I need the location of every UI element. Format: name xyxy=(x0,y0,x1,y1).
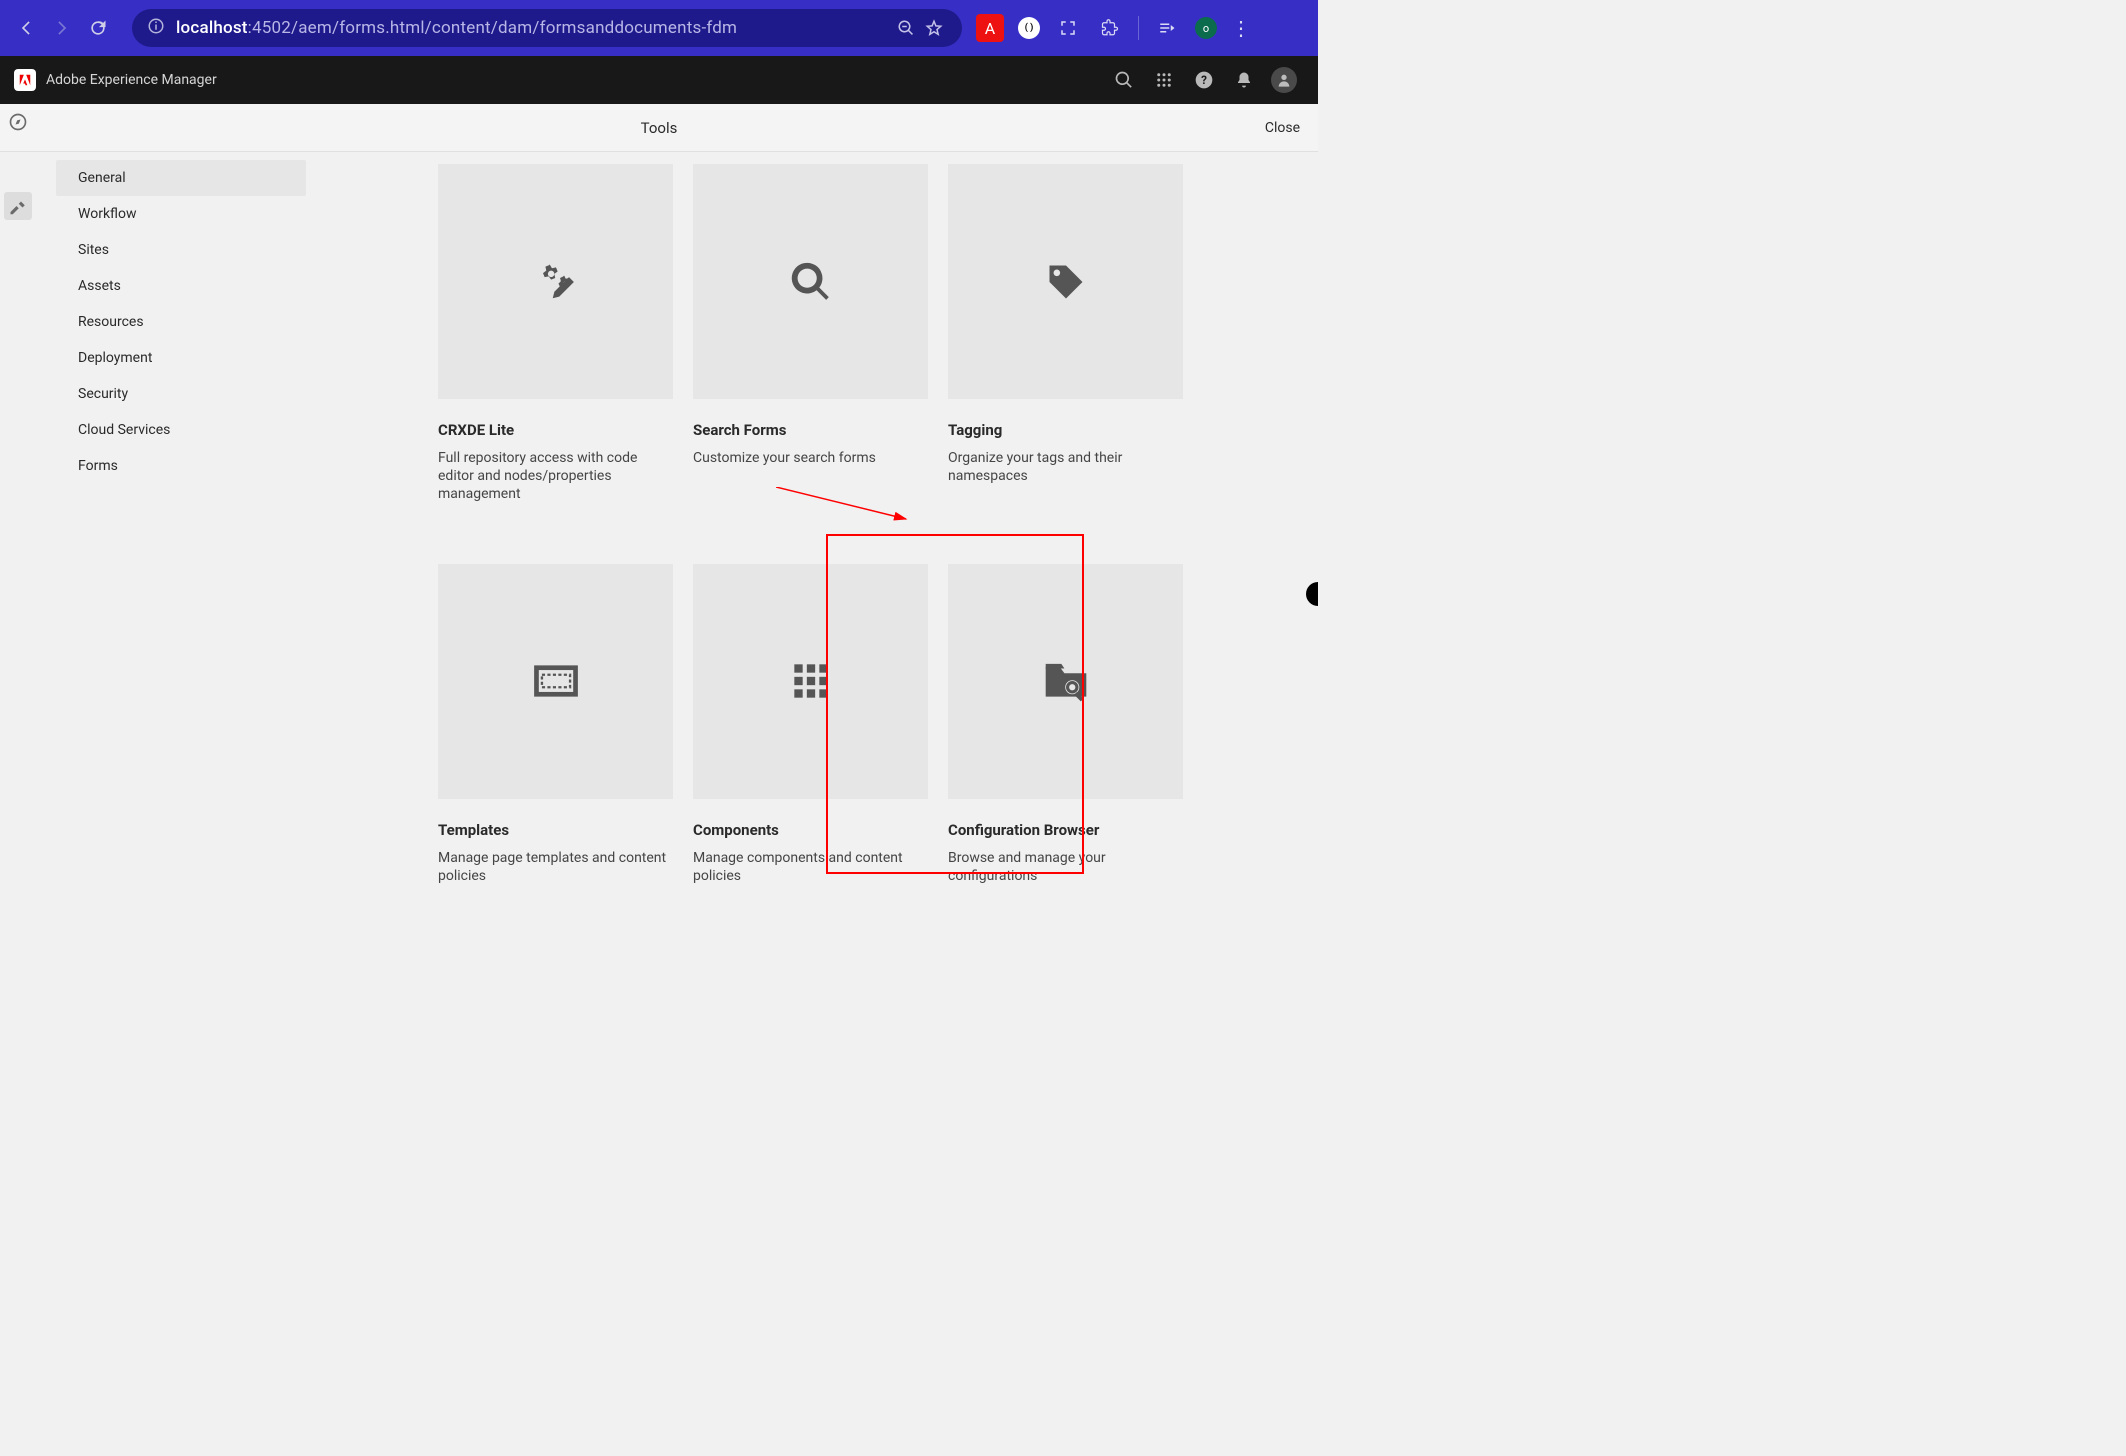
url-text: localhost:4502/aem/forms.html/content/da… xyxy=(176,18,737,38)
tools-content: CRXDE Lite Full repository access with co… xyxy=(326,152,1318,903)
profile-avatar-letter: o xyxy=(1203,22,1209,35)
card-title: Tagging xyxy=(948,421,1183,439)
header-solutions-icon[interactable] xyxy=(1144,60,1184,100)
main-area: GeneralWorkflowSitesAssetsResourcesDeplo… xyxy=(0,152,1318,903)
forward-button xyxy=(44,10,80,46)
browser-extensions: A ( ) o ⋮ xyxy=(976,14,1251,42)
url-rest: :4502/aem/forms.html/content/dam/formsan… xyxy=(248,18,738,38)
card-crxde-lite[interactable]: CRXDE Lite Full repository access with co… xyxy=(438,164,673,504)
browser-menu-icon[interactable]: ⋮ xyxy=(1231,16,1251,40)
profile-avatar[interactable]: o xyxy=(1195,17,1217,39)
card-description: Customize your search forms xyxy=(693,449,928,467)
left-rail xyxy=(0,152,36,903)
extension-adobe-icon[interactable]: A xyxy=(976,14,1004,42)
extension-round-glyph: ( ) xyxy=(1025,23,1034,33)
extension-fullscreen-icon[interactable] xyxy=(1054,14,1082,42)
header-user-avatar[interactable] xyxy=(1264,60,1304,100)
bookmark-star-icon[interactable] xyxy=(920,14,948,42)
tools-title: Tools xyxy=(641,119,678,137)
rail-tools-icon[interactable] xyxy=(4,192,32,220)
aem-global-header: Adobe Experience Manager ? xyxy=(0,56,1318,104)
back-button[interactable] xyxy=(8,10,44,46)
zoom-icon[interactable] xyxy=(892,14,920,42)
browser-divider xyxy=(1138,16,1139,40)
feedback-widget[interactable] xyxy=(1306,582,1318,606)
aem-product-name: Adobe Experience Manager xyxy=(46,72,217,88)
reload-button[interactable] xyxy=(80,10,116,46)
extensions-puzzle-icon[interactable] xyxy=(1096,14,1124,42)
sidebar-item-workflow[interactable]: Workflow xyxy=(56,196,306,232)
svg-text:?: ? xyxy=(1201,73,1207,87)
gears-edit-icon xyxy=(438,164,673,399)
card-description: Manage page templates and content polici… xyxy=(438,849,673,885)
rail-navigation-icon[interactable] xyxy=(4,108,32,136)
card-configuration-browser[interactable]: Configuration Browser Browse and manage y… xyxy=(948,564,1183,885)
browser-toolbar: localhost:4502/aem/forms.html/content/da… xyxy=(0,0,1318,56)
sidebar-item-sites[interactable]: Sites xyxy=(56,232,306,268)
sidebar-item-resources[interactable]: Resources xyxy=(56,304,306,340)
card-templates[interactable]: Templates Manage page templates and conte… xyxy=(438,564,673,885)
adobe-logo-icon[interactable] xyxy=(14,69,36,91)
card-components[interactable]: Components Manage components and content … xyxy=(693,564,928,885)
card-description: Full repository access with code editor … xyxy=(438,449,673,504)
template-box-icon xyxy=(438,564,673,799)
tag-icon xyxy=(948,164,1183,399)
site-info-icon[interactable] xyxy=(146,17,166,39)
tools-close-button[interactable]: Close xyxy=(1265,120,1300,136)
card-tagging[interactable]: Tagging Organize your tags and their name… xyxy=(948,164,1183,504)
sidebar-item-forms[interactable]: Forms xyxy=(56,448,306,484)
folder-search-icon xyxy=(948,564,1183,799)
card-description: Organize your tags and their namespaces xyxy=(948,449,1183,485)
sidebar-item-general[interactable]: General xyxy=(56,160,306,196)
card-description: Manage components and content policies xyxy=(693,849,928,885)
extension-adobe-letter: A xyxy=(985,19,995,38)
tools-side-nav: GeneralWorkflowSitesAssetsResourcesDeplo… xyxy=(36,152,326,903)
url-host: localhost xyxy=(176,18,248,38)
card-grid: CRXDE Lite Full repository access with co… xyxy=(438,164,1288,885)
tools-header: Tools Close xyxy=(0,104,1318,152)
header-search-icon[interactable] xyxy=(1104,60,1144,100)
card-title: CRXDE Lite xyxy=(438,421,673,439)
card-title: Configuration Browser xyxy=(948,821,1183,839)
magnifier-icon xyxy=(693,164,928,399)
card-title: Search Forms xyxy=(693,421,928,439)
sidebar-item-cloud-services[interactable]: Cloud Services xyxy=(56,412,306,448)
media-control-icon[interactable] xyxy=(1153,14,1181,42)
extension-round-icon[interactable]: ( ) xyxy=(1018,17,1040,39)
sidebar-item-security[interactable]: Security xyxy=(56,376,306,412)
header-help-icon[interactable]: ? xyxy=(1184,60,1224,100)
grid-icon xyxy=(693,564,928,799)
sidebar-item-assets[interactable]: Assets xyxy=(56,268,306,304)
card-description: Browse and manage your configurations xyxy=(948,849,1183,885)
sidebar-item-deployment[interactable]: Deployment xyxy=(56,340,306,376)
card-title: Templates xyxy=(438,821,673,839)
card-title: Components xyxy=(693,821,928,839)
card-search-forms[interactable]: Search Forms Customize your search forms xyxy=(693,164,928,504)
header-notifications-icon[interactable] xyxy=(1224,60,1264,100)
address-bar[interactable]: localhost:4502/aem/forms.html/content/da… xyxy=(132,9,962,47)
